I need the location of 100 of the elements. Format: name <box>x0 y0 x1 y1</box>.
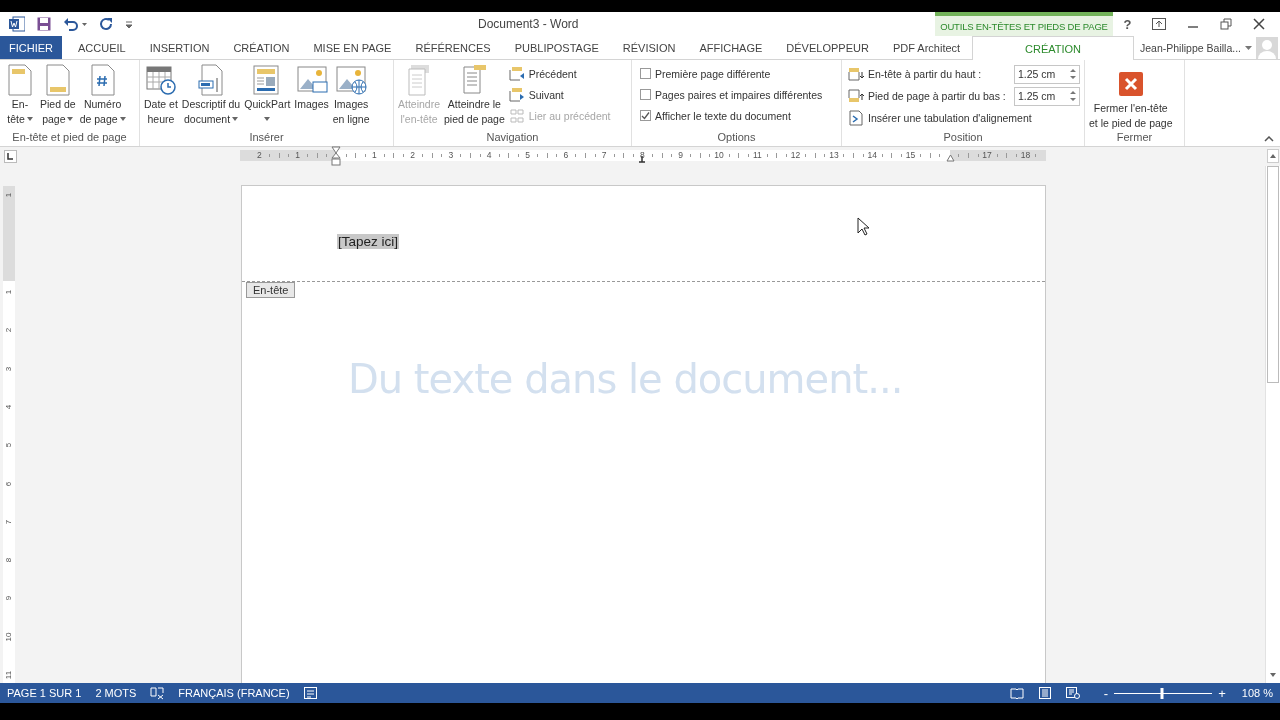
ruler-number: 1 <box>371 149 377 161</box>
ribbon-tab[interactable]: CRÉATION <box>221 36 302 59</box>
ribbon-tab[interactable]: DÉVELOPPEUR <box>774 36 881 59</box>
scroll-up-icon[interactable] <box>1267 149 1279 163</box>
ribbon-button[interactable]: Pied de page <box>38 64 78 127</box>
ribbon-button[interactable]: Images en ligne <box>330 64 372 127</box>
spin-field[interactable]: 1.25 cm <box>1014 86 1080 106</box>
checkbox[interactable] <box>640 68 651 79</box>
group-label: Position <box>942 131 984 145</box>
close-icon[interactable] <box>1253 18 1266 30</box>
collapse-ribbon-icon[interactable] <box>1264 136 1274 142</box>
ribbon-button[interactable]: Suivant <box>508 85 615 104</box>
ruler-number: 8 <box>640 149 645 161</box>
caret-icon[interactable] <box>1245 45 1252 50</box>
checkbox[interactable] <box>640 89 651 100</box>
ribbon-button[interactable]: Insérer une tabulation d'alignement <box>848 108 1080 127</box>
group-label: En-tête et pied de page <box>11 131 128 145</box>
ribbon-tab[interactable]: CRÉATION <box>972 36 1134 60</box>
zoom-slider-thumb[interactable] <box>1160 687 1164 699</box>
scroll-thumb[interactable] <box>1267 166 1279 383</box>
zoom-out-button[interactable]: - <box>1103 686 1109 700</box>
ribbon-tab[interactable]: MISE EN PAGE <box>301 36 404 59</box>
customize-toolbar-icon[interactable] <box>125 20 133 28</box>
tab-selector-icon[interactable] <box>4 150 17 163</box>
ruler-number: 7 <box>4 518 14 527</box>
ruler-number: 3 <box>4 365 14 373</box>
checkbox-label[interactable]: Pages paires et impaires différentes <box>655 88 823 101</box>
ribbon-button[interactable]: Fermer l'en-tête et le pied de page <box>1087 64 1175 131</box>
ruler-number: 6 <box>563 149 569 161</box>
ribbon-tab[interactable]: RÉVISION <box>610 36 688 59</box>
undo-icon[interactable] <box>63 17 87 31</box>
zoom-slider[interactable] <box>1114 687 1213 699</box>
mouse-pointer-icon <box>857 217 869 236</box>
help-button[interactable]: ? <box>1123 16 1132 32</box>
read-mode-icon[interactable] <box>1009 687 1024 699</box>
alignment-tab-icon <box>848 109 864 126</box>
ruler-number: 2 <box>4 327 14 335</box>
ruler-number: 1 <box>295 149 301 161</box>
save-icon[interactable] <box>37 17 51 31</box>
check-icon <box>641 111 650 120</box>
header-placeholder[interactable]: [Tapez ici] <box>337 234 400 249</box>
field-label: En-tête à partir du haut : <box>868 68 983 80</box>
ruler-number: 2 <box>410 149 415 161</box>
ribbon-display-icon[interactable] <box>1152 18 1167 30</box>
field-label: Pied de page à partir du bas : <box>868 90 1007 102</box>
ruler-number: 5 <box>525 149 530 161</box>
zoom-in-button[interactable]: + <box>1218 686 1226 700</box>
word-count[interactable]: 2 MOTS <box>95 687 137 699</box>
ribbon-button[interactable]: Date et heure <box>142 64 180 127</box>
ribbon-button[interactable]: QuickPart <box>242 64 293 127</box>
ruler-number: 10 <box>4 631 14 642</box>
word-logo-icon[interactable] <box>9 16 25 32</box>
language[interactable]: FRANÇAIS (FRANCE) <box>178 687 290 699</box>
ruler-number: 14 <box>867 149 877 161</box>
window-title: Document3 - Word <box>478 17 579 31</box>
web-layout-icon[interactable] <box>1065 687 1080 699</box>
ribbon-tab[interactable]: PUBLIPOSTAGE <box>502 36 611 59</box>
ribbon-button[interactable]: Descriptif du document <box>179 64 243 127</box>
ribbon-tab[interactable]: RÉFÉRENCES <box>403 36 503 59</box>
zoom-level[interactable]: 108 % <box>1241 687 1273 699</box>
restore-icon[interactable] <box>1220 18 1233 30</box>
ruler-number: 7 <box>601 149 607 161</box>
ribbon-button[interactable]: Atteindre le pied de page <box>442 64 507 127</box>
ribbon-button[interactable]: Images <box>292 64 331 112</box>
ruler-number: 13 <box>829 149 839 161</box>
ruler-number: 15 <box>905 149 916 161</box>
page-count[interactable]: PAGE 1 SUR 1 <box>7 687 82 699</box>
ruler-number: 10 <box>714 149 724 161</box>
link-icon <box>508 107 525 124</box>
checkbox-label[interactable]: Afficher le texte du document <box>655 109 791 122</box>
spin-field[interactable]: 1.25 cm <box>1014 64 1080 84</box>
ruler-number: 9 <box>4 595 14 603</box>
ribbon-button[interactable]: Numéro de page <box>77 64 128 127</box>
macro-icon[interactable] <box>303 687 317 699</box>
ruler-number: 18 <box>1020 149 1031 161</box>
ruler-number: 11 <box>752 149 762 161</box>
print-layout-icon[interactable] <box>1037 687 1052 699</box>
ribbon-tab[interactable]: ACCUEIL <box>66 36 138 59</box>
indent-marker-icon[interactable] <box>331 146 341 166</box>
ribbon-tab[interactable]: INSERTION <box>137 36 222 59</box>
checkbox-label[interactable]: Première page différente <box>655 67 771 80</box>
group-label: Insérer <box>248 131 285 145</box>
ribbon-tab[interactable]: PDF Architect <box>880 36 973 59</box>
ribbon-button[interactable]: Précédent <box>508 64 615 83</box>
account-name[interactable]: Jean-Philippe Bailla... <box>1140 41 1241 54</box>
ruler-number: 1 <box>4 191 14 200</box>
ruler-number: 9 <box>678 149 684 161</box>
ruler-number: 5 <box>4 441 14 450</box>
ribbon-button[interactable]: En- tête <box>2 64 38 127</box>
right-indent-marker-icon[interactable] <box>946 154 955 162</box>
contextual-tab-header: OUTILS EN-TÊTES ET PIEDS DE PAGE <box>935 12 1113 36</box>
checkbox[interactable] <box>640 110 651 121</box>
file-tab[interactable]: FICHIER <box>0 36 62 59</box>
ruler-number: 3 <box>448 149 454 161</box>
proofing-icon[interactable] <box>150 686 165 700</box>
next-icon <box>508 86 525 103</box>
vertical-scrollbar[interactable] <box>1265 166 1280 683</box>
redo-icon[interactable] <box>99 17 113 31</box>
previous-icon <box>508 65 525 82</box>
ribbon-tab[interactable]: AFFICHAGE <box>687 36 775 59</box>
